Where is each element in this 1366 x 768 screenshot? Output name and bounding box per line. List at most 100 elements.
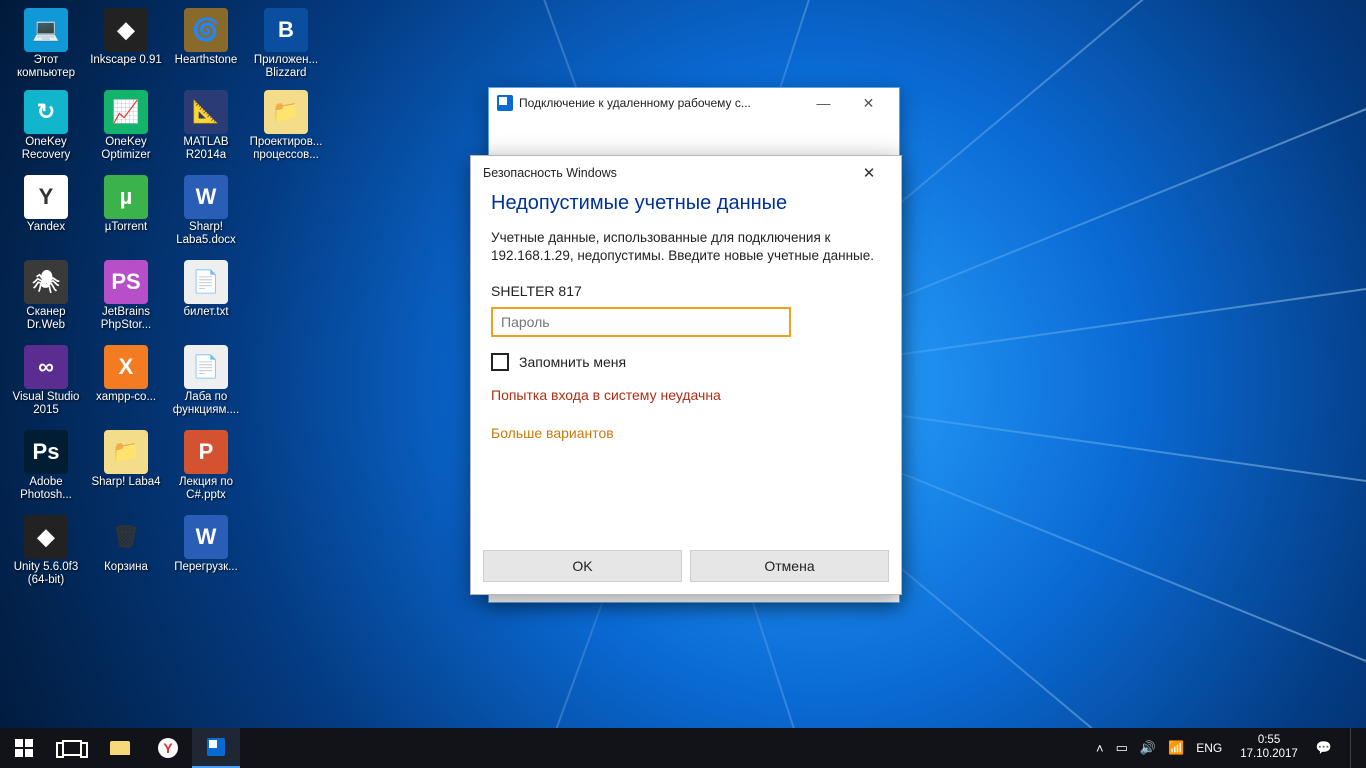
desktop-icon[interactable]: PsAdobe Photosh... bbox=[8, 430, 84, 502]
desktop-icon-label: Корзина bbox=[88, 561, 164, 574]
wifi-icon[interactable]: 📶 bbox=[1168, 740, 1184, 756]
desktop-icon-label: Sharp! Laba5.docx bbox=[168, 221, 244, 247]
tray-chevron-up-icon[interactable]: ˄ bbox=[1096, 741, 1104, 756]
yandex-taskbar[interactable]: Y bbox=[144, 728, 192, 768]
desktop-icon[interactable]: 🗑 Корзина bbox=[88, 515, 164, 574]
desktop-icon-label: Sharp! Laba4 bbox=[88, 476, 164, 489]
app-icon: Y bbox=[24, 175, 68, 219]
app-icon: P bbox=[184, 430, 228, 474]
app-icon: 📈 bbox=[104, 90, 148, 134]
desktop-icon[interactable]: ◆Unity 5.6.0f3 (64-bit) bbox=[8, 515, 84, 587]
start-button[interactable] bbox=[0, 728, 48, 768]
desktop-icon[interactable]: ∞Visual Studio 2015 bbox=[8, 345, 84, 417]
desktop-icon[interactable]: PSJetBrains PhpStor... bbox=[88, 260, 164, 332]
clock[interactable]: 0:55 17.10.2017 bbox=[1240, 734, 1298, 762]
file-explorer-taskbar[interactable] bbox=[96, 728, 144, 768]
rdc-titlebar[interactable]: Подключение к удаленному рабочему с... —… bbox=[489, 88, 899, 118]
battery-icon[interactable]: ▭ bbox=[1116, 740, 1128, 756]
desktop-icon-label: Проектиров... процессов... bbox=[248, 136, 324, 162]
rdc-title-text: Подключение к удаленному рабочему с... bbox=[519, 96, 801, 110]
desktop-icon[interactable]: ◆ Inkscape 0.91 bbox=[88, 8, 164, 67]
desktop-icon[interactable]: 📄 билет.txt bbox=[168, 260, 244, 319]
app-icon: 📁 bbox=[104, 430, 148, 474]
desktop-icon-label: Visual Studio 2015 bbox=[8, 391, 84, 417]
security-heading: Недопустимые учетные данные bbox=[491, 192, 881, 215]
desktop-icon-label: Лекция по C#.pptx bbox=[168, 476, 244, 502]
desktop-icon-label: билет.txt bbox=[168, 306, 244, 319]
desktop-icon[interactable]: 🌀 Hearthstone bbox=[168, 8, 244, 67]
desktop-icon-label: Приложен... Blizzard bbox=[248, 54, 324, 80]
show-desktop-button[interactable] bbox=[1350, 728, 1356, 768]
desktop-icon[interactable]: 📁Проектиров... процессов... bbox=[248, 90, 324, 162]
app-icon: W bbox=[184, 515, 228, 559]
desktop-icon[interactable]: W Перегрузк... bbox=[168, 515, 244, 574]
desktop-icon-label: Перегрузк... bbox=[168, 561, 244, 574]
app-icon: 📐 bbox=[184, 90, 228, 134]
desktop-icon[interactable]: 📈OneKey Optimizer bbox=[88, 90, 164, 162]
app-icon: 🌀 bbox=[184, 8, 228, 52]
app-icon: 💻 bbox=[24, 8, 68, 52]
app-icon: PS bbox=[104, 260, 148, 304]
remember-label: Запомнить меня bbox=[519, 354, 626, 370]
desktop-icon-label: MATLAB R2014a bbox=[168, 136, 244, 162]
more-options-link[interactable]: Больше вариантов bbox=[491, 425, 881, 441]
taskbar: Y ˄ ▭ 🔊 📶 ENG 0:55 17.10.2017 💬 bbox=[0, 728, 1366, 768]
desktop-icon[interactable]: WSharp! Laba5.docx bbox=[168, 175, 244, 247]
app-icon: 📄 bbox=[184, 345, 228, 389]
app-icon: B bbox=[264, 8, 308, 52]
desktop-icon[interactable]: Y Yandex bbox=[8, 175, 84, 234]
desktop-icon-label: Yandex bbox=[8, 221, 84, 234]
close-button[interactable]: ✕ bbox=[849, 156, 889, 190]
clock-date: 17.10.2017 bbox=[1240, 748, 1298, 762]
language-indicator[interactable]: ENG bbox=[1196, 741, 1222, 755]
desktop-icon-label: OneKey Optimizer bbox=[88, 136, 164, 162]
app-icon: ◆ bbox=[24, 515, 68, 559]
password-input[interactable] bbox=[491, 307, 791, 337]
desktop-icon-label: xampp-co... bbox=[88, 391, 164, 404]
desktop-icon[interactable]: µ µTorrent bbox=[88, 175, 164, 234]
desktop-icon[interactable]: 📐MATLAB R2014a bbox=[168, 90, 244, 162]
app-icon: ◆ bbox=[104, 8, 148, 52]
rdc-icon bbox=[497, 95, 513, 111]
desktop-icon[interactable]: BПриложен... Blizzard bbox=[248, 8, 324, 80]
system-tray: ˄ ▭ 🔊 📶 ENG 0:55 17.10.2017 💬 bbox=[1086, 728, 1366, 768]
remember-checkbox[interactable] bbox=[491, 353, 509, 371]
desktop-icon[interactable]: Xxampp-co... bbox=[88, 345, 164, 404]
desktop-icon[interactable]: PЛекция по C#.pptx bbox=[168, 430, 244, 502]
task-view-button[interactable] bbox=[48, 728, 96, 768]
desktop-icon-label: JetBrains PhpStor... bbox=[88, 306, 164, 332]
app-icon: 📄 bbox=[184, 260, 228, 304]
ok-button[interactable]: OK bbox=[483, 550, 682, 582]
app-icon: ↻ bbox=[24, 90, 68, 134]
security-username: SHELTER 817 bbox=[491, 283, 881, 299]
desktop-icon-label: Hearthstone bbox=[168, 54, 244, 67]
desktop-icon[interactable]: 🕷Сканер Dr.Web bbox=[8, 260, 84, 332]
security-titlebar[interactable]: Безопасность Windows ✕ bbox=[471, 156, 901, 190]
minimize-button[interactable]: — bbox=[801, 88, 846, 118]
desktop-icon-label: Inkscape 0.91 bbox=[88, 54, 164, 67]
app-icon: 🗑 bbox=[104, 515, 148, 559]
app-icon: 📁 bbox=[264, 90, 308, 134]
desktop-icon-label: Unity 5.6.0f3 (64-bit) bbox=[8, 561, 84, 587]
cancel-button[interactable]: Отмена bbox=[690, 550, 889, 582]
desktop-icon-label: OneKey Recovery bbox=[8, 136, 84, 162]
desktop-icon[interactable]: 💻Этот компьютер bbox=[8, 8, 84, 80]
action-center-icon[interactable]: 💬 bbox=[1316, 740, 1332, 756]
desktop-icon-label: Adobe Photosh... bbox=[8, 476, 84, 502]
desktop-icon[interactable]: 📄Лаба по функциям.... bbox=[168, 345, 244, 417]
volume-icon[interactable]: 🔊 bbox=[1140, 740, 1156, 756]
app-icon: X bbox=[104, 345, 148, 389]
login-error-text: Попытка входа в систему неудачна bbox=[491, 387, 881, 403]
security-title-text: Безопасность Windows bbox=[483, 166, 617, 180]
desktop-icon-label: µTorrent bbox=[88, 221, 164, 234]
desktop-icon-label: Этот компьютер bbox=[8, 54, 84, 80]
windows-security-dialog: Безопасность Windows ✕ Недопустимые учет… bbox=[470, 155, 902, 595]
rdc-taskbar[interactable] bbox=[192, 728, 240, 768]
desktop-icon[interactable]: ↻OneKey Recovery bbox=[8, 90, 84, 162]
clock-time: 0:55 bbox=[1240, 734, 1298, 748]
app-icon: ∞ bbox=[24, 345, 68, 389]
close-button[interactable]: ✕ bbox=[846, 88, 891, 118]
desktop-icon-label: Сканер Dr.Web bbox=[8, 306, 84, 332]
app-icon: µ bbox=[104, 175, 148, 219]
desktop-icon[interactable]: 📁 Sharp! Laba4 bbox=[88, 430, 164, 489]
